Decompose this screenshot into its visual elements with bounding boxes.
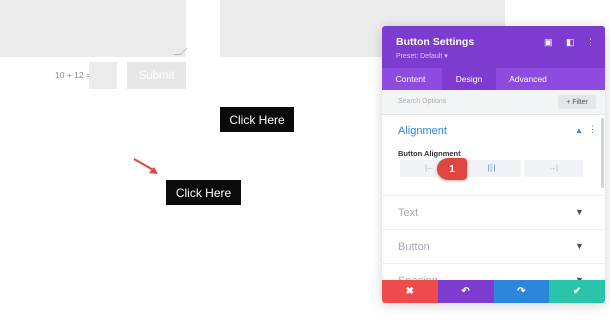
chevron-down-icon: ▼ xyxy=(575,241,584,251)
align-right-button[interactable]: →| xyxy=(524,160,583,177)
click-here-button-top[interactable]: Click Here xyxy=(220,107,294,132)
search-bar: Search Options + Filter xyxy=(382,90,605,115)
filter-button[interactable]: + Filter xyxy=(558,95,596,109)
button-settings-panel: Button Settings Preset: Default ▾ ▣ ◧ ⋮ … xyxy=(382,26,605,303)
tab-content[interactable]: Content xyxy=(382,68,439,90)
tab-advanced[interactable]: Advanced xyxy=(498,68,558,90)
captcha-input[interactable] xyxy=(89,62,117,89)
text-section[interactable]: Text ▼ xyxy=(382,195,605,230)
pointer-arrow-icon xyxy=(133,158,158,174)
alignment-section-title[interactable]: Alignment xyxy=(398,125,447,137)
chevron-up-icon[interactable]: ▲ xyxy=(575,126,583,135)
undo-button[interactable]: ↶ xyxy=(437,280,494,303)
panel-header: Button Settings Preset: Default ▾ ▣ ◧ ⋮ xyxy=(382,26,605,68)
more-icon[interactable]: ⋮ xyxy=(586,37,595,48)
fullscreen-icon[interactable]: ▣ xyxy=(544,37,553,48)
cancel-button[interactable]: ✖ xyxy=(382,280,438,303)
save-button[interactable]: ✔ xyxy=(549,280,605,303)
button-section[interactable]: Button ▼ xyxy=(382,229,605,264)
align-center-button[interactable]: |│| xyxy=(462,160,521,177)
search-options-input[interactable]: Search Options xyxy=(398,98,446,105)
message-textarea[interactable] xyxy=(0,0,188,57)
redo-button[interactable]: ↷ xyxy=(493,280,550,303)
panel-title: Button Settings xyxy=(396,36,475,48)
text-section-label: Text xyxy=(398,207,419,219)
tab-design[interactable]: Design xyxy=(442,68,496,90)
resize-grip-icon[interactable] xyxy=(173,48,188,55)
panel-footer: ✖ ↶ ↷ ✔ xyxy=(382,280,605,303)
captcha-label: 10 + 12 = xyxy=(55,70,91,80)
alignment-section: Alignment ▲ ⋮ Button Alignment |← |│| →| xyxy=(382,115,605,195)
button-alignment-label: Button Alignment xyxy=(398,149,461,158)
click-here-button-bottom[interactable]: Click Here xyxy=(166,180,241,205)
chevron-down-icon: ▼ xyxy=(575,207,584,217)
step-number-badge: 1 xyxy=(437,158,467,180)
submit-button[interactable]: Submit xyxy=(127,62,186,89)
panel-tabs: Content Design Advanced xyxy=(382,68,605,90)
more-options-icon[interactable]: ⋮ xyxy=(588,124,597,135)
panel-scrollbar[interactable] xyxy=(601,118,604,188)
columns-icon[interactable]: ◧ xyxy=(566,37,575,48)
button-section-label: Button xyxy=(398,241,430,253)
preset-selector[interactable]: Preset: Default ▾ xyxy=(396,52,448,60)
